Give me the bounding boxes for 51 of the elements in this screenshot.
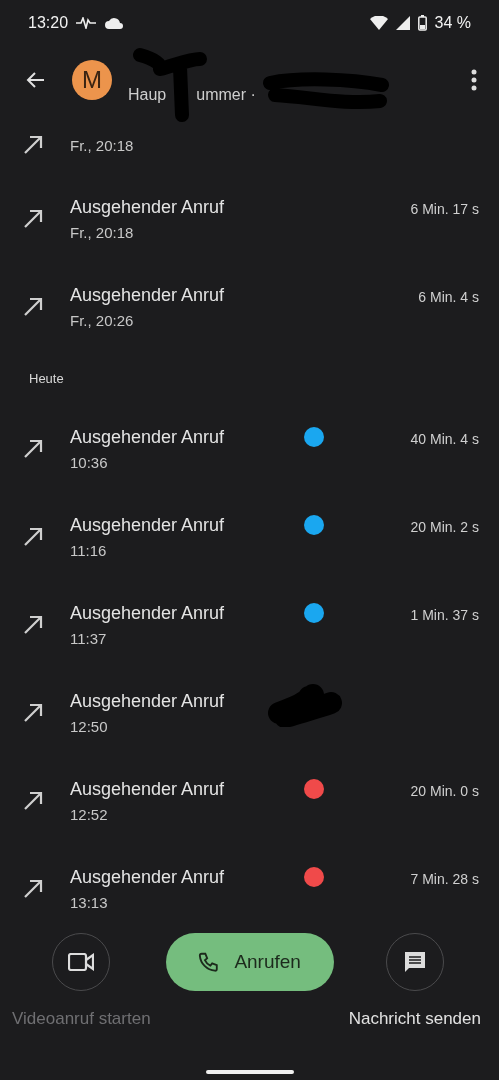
call-time: 12:50 bbox=[70, 718, 109, 735]
call-duration: 6 Min. 17 s bbox=[410, 201, 479, 217]
outgoing-call-icon bbox=[22, 614, 44, 636]
video-camera-icon bbox=[68, 953, 95, 971]
call-time: 11:37 bbox=[70, 630, 108, 647]
battery-icon bbox=[417, 14, 427, 31]
outgoing-call-icon bbox=[22, 790, 44, 812]
pulse-icon bbox=[76, 16, 97, 29]
call-type: Ausgehender Anruf bbox=[70, 197, 226, 218]
call-duration: 20 Min. 0 s bbox=[410, 783, 479, 799]
cloud-icon bbox=[104, 16, 125, 29]
message-icon bbox=[402, 950, 427, 974]
call-duration: 1 Min. 37 s bbox=[410, 607, 479, 623]
call-duration: 20 Min. 2 s bbox=[410, 519, 479, 535]
wifi-icon bbox=[369, 15, 388, 30]
outgoing-call-icon bbox=[22, 208, 44, 230]
call-time: 11:16 bbox=[70, 542, 108, 559]
call-type: Ausgehender Anruf bbox=[70, 603, 226, 624]
call-time: Fr., 20:18 bbox=[70, 136, 135, 154]
outgoing-call-icon bbox=[22, 134, 44, 156]
call-type: Ausgehender Anruf bbox=[70, 779, 226, 800]
call-time: 10:36 bbox=[70, 454, 109, 471]
call-type: Ausgehender Anruf bbox=[70, 427, 226, 448]
battery-level: 34 % bbox=[434, 13, 471, 32]
outgoing-call-icon bbox=[22, 878, 44, 900]
number-label: Haup bbox=[128, 86, 167, 104]
clock: 13:20 bbox=[28, 13, 69, 32]
contact-avatar: M bbox=[72, 60, 112, 100]
call-time: Fr., 20:26 bbox=[70, 312, 135, 329]
call-duration: 7 Min. 28 s bbox=[410, 871, 479, 887]
call-duration: 40 Min. 4 s bbox=[410, 431, 479, 447]
video-call-label: Videoanruf starten bbox=[12, 1009, 151, 1029]
message-label: Nachricht senden bbox=[348, 1009, 481, 1029]
number-label: ummer · bbox=[196, 86, 256, 104]
call-duration: 6 Min. 4 s bbox=[418, 289, 479, 305]
outgoing-call-icon bbox=[22, 296, 44, 318]
call-button[interactable]: Anrufen bbox=[165, 933, 334, 991]
call-type: Ausgehender Anruf bbox=[70, 285, 226, 306]
outgoing-call-icon bbox=[22, 702, 44, 724]
outgoing-call-icon bbox=[22, 438, 44, 460]
call-type: Ausgehender Anruf bbox=[70, 867, 226, 888]
call-time: 12:52 bbox=[70, 806, 109, 823]
signal-icon bbox=[395, 15, 410, 30]
more-vertical-icon bbox=[471, 69, 477, 91]
call-time: 13:13 bbox=[70, 894, 109, 911]
section-heading: Heute bbox=[28, 369, 65, 388]
call-type: Ausgehender Anruf bbox=[70, 691, 226, 712]
outgoing-call-icon bbox=[22, 526, 44, 548]
call-time: Fr., 20:18 bbox=[70, 224, 135, 241]
phone-icon bbox=[198, 951, 221, 973]
call-type: Ausgehender Anruf bbox=[70, 515, 226, 536]
